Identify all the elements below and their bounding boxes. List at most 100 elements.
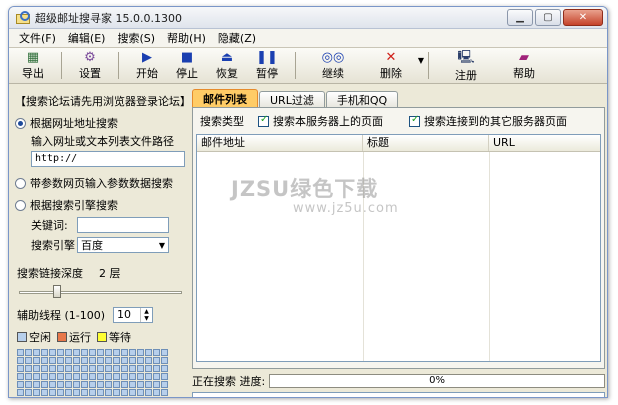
chevron-down-icon[interactable]: ▼ [418,56,424,65]
table-header: 邮件地址 标题 URL [197,135,600,152]
delete-x-icon: ✕ [385,50,397,65]
thread-cell [145,357,152,364]
thread-cell [105,373,112,380]
menu-search[interactable]: 搜索(S) [111,30,161,46]
engine-row: 搜索引擎 百度 ▼ [31,237,188,253]
column-title[interactable]: 标题 [363,135,489,151]
thread-cell [41,381,48,388]
status-label: 正在搜索 进度: [192,375,266,388]
thread-cell [137,357,144,364]
thread-cell [161,381,168,388]
slider-thumb[interactable] [53,285,62,298]
thread-cell [25,357,32,364]
thread-cell [145,349,152,356]
threads-stepper[interactable]: 10 ▲ ▼ [113,307,154,323]
option-engine-search[interactable]: 根据搜索引擎搜索 [15,197,188,213]
keyword-input[interactable] [77,217,169,233]
toolbar-separator [428,52,429,79]
thread-cell [49,397,56,398]
menu-file[interactable]: 文件(F) [13,30,62,46]
thread-cell [33,389,40,396]
thread-cell [97,381,104,388]
thread-cell [17,381,24,388]
thread-cell [81,389,88,396]
mail-table[interactable]: 邮件地址 标题 URL JZSU绿色下载 www.jz5u.com [196,134,601,362]
search-type-row: 搜索类型 搜索本服务器上的页面 搜索连接到的其它服务器页面 [196,111,601,131]
thread-cell [25,349,32,356]
computer-icon: 🖳 [457,49,475,65]
resume-button[interactable]: ⏏ 恢复 [207,50,247,81]
thread-cell [129,397,136,398]
radio-param[interactable] [15,177,26,189]
main-window: 超级邮址搜寻家 15.0.0.1300 ▁ ▢ ✕ 文件(F) 编辑(E) 搜索… [8,6,608,398]
thread-cell [113,373,120,380]
thread-cell [105,397,112,398]
thread-cell [41,349,48,356]
progress-bar: 0% [269,374,605,388]
help-button[interactable]: ▰ 帮助 [495,50,553,81]
menu-help[interactable]: 帮助(H) [161,30,212,46]
thread-cell [33,365,40,372]
thread-cell [41,357,48,364]
close-button[interactable]: ✕ [563,9,603,26]
minimize-button[interactable]: ▁ [507,9,533,26]
thread-cell [161,397,168,398]
thread-cell [97,373,104,380]
depth-value: 2 层 [99,267,121,280]
thread-cell [25,381,32,388]
thread-cell [33,349,40,356]
continue-button[interactable]: ◎◎ 继续 [304,50,362,81]
thread-cell [57,349,64,356]
maximize-button[interactable]: ▢ [535,9,561,26]
url-input[interactable]: http:// [31,151,185,167]
thread-cell [129,389,136,396]
thread-cell [89,357,96,364]
settings-button[interactable]: ⚙ 设置 [70,50,110,81]
thread-cell [153,389,160,396]
thread-cell [17,357,24,364]
thread-cell [49,357,56,364]
export-button[interactable]: ▦ 导出 [13,50,53,81]
thread-cell [89,381,96,388]
thread-cell [65,389,72,396]
stop-button[interactable]: ■ 停止 [167,50,207,81]
thread-cell [33,397,40,398]
option-param-search[interactable]: 带参数网页输入参数数据搜索 [15,175,188,191]
pause-icon: ❚❚ [256,50,278,65]
depth-slider[interactable] [19,285,182,299]
radio-engine[interactable] [15,199,26,211]
thread-cell [97,397,104,398]
other-server-checkbox[interactable] [409,114,420,127]
toolbar-separator [118,52,119,79]
start-button[interactable]: ▶ 开始 [127,50,167,81]
option-url-search[interactable]: 根据网址地址搜索 [15,115,188,131]
thread-cell [65,357,72,364]
log-area[interactable] [192,392,605,397]
thread-cell [73,349,80,356]
menu-edit[interactable]: 编辑(E) [62,30,112,46]
thread-cell [113,389,120,396]
tab-phone-qq[interactable]: 手机和QQ [325,91,399,107]
thread-cell [105,381,112,388]
engine-select[interactable]: 百度 ▼ [77,237,169,253]
tab-url-filter[interactable]: URL过滤 [259,91,325,107]
chevron-down-icon: ▼ [158,240,165,250]
thread-cell [129,365,136,372]
thread-cell [57,373,64,380]
register-button[interactable]: 🖳 注册 [437,49,495,83]
thread-cell [145,397,152,398]
same-server-checkbox[interactable] [258,114,269,127]
stepper-arrows-icon[interactable]: ▲ ▼ [140,308,152,322]
column-url[interactable]: URL [489,135,600,151]
tab-mail-list[interactable]: 邮件列表 [192,89,258,107]
column-email[interactable]: 邮件地址 [197,135,363,151]
delete-button[interactable]: ✕ 删除 ▼ [362,50,424,81]
pause-button[interactable]: ❚❚ 暂停 [247,50,287,81]
running-swatch [57,332,67,342]
thread-cell [129,381,136,388]
thread-cell [81,349,88,356]
thread-cell [49,381,56,388]
thread-cell [89,373,96,380]
menu-hide[interactable]: 隐藏(Z) [212,30,262,46]
radio-url[interactable] [15,117,26,129]
